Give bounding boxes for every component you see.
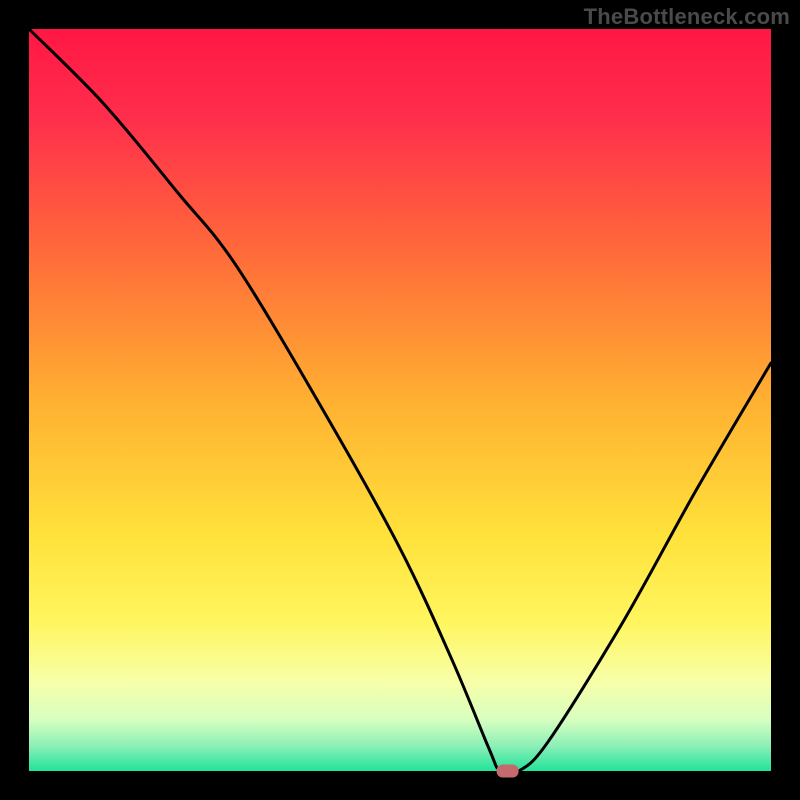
bottleneck-chart: [0, 0, 800, 800]
watermark-text: TheBottleneck.com: [584, 4, 790, 30]
chart-container: TheBottleneck.com: [0, 0, 800, 800]
chart-background-gradient: [29, 29, 771, 771]
optimal-point-marker: [497, 765, 519, 778]
